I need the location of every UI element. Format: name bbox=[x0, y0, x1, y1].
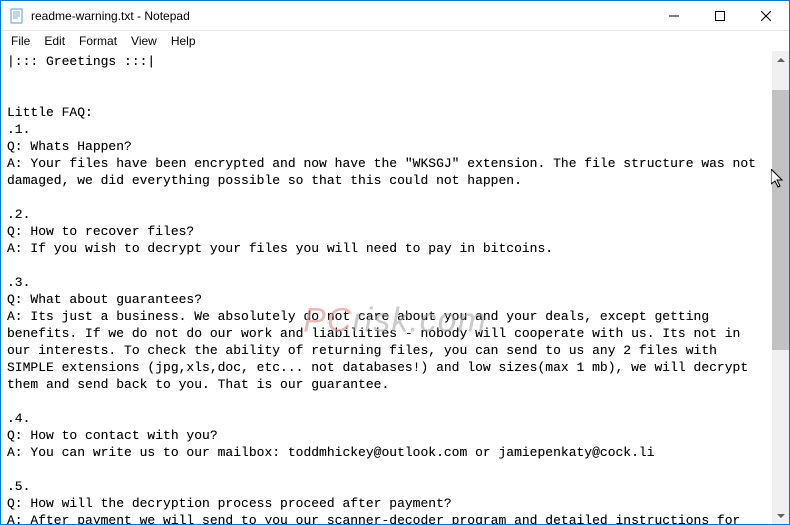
close-button[interactable] bbox=[743, 1, 789, 30]
maximize-button[interactable] bbox=[697, 1, 743, 30]
minimize-button[interactable] bbox=[651, 1, 697, 30]
text-area[interactable]: |::: Greetings :::| Little FAQ: .1. Q: W… bbox=[1, 51, 772, 524]
vertical-scrollbar[interactable] bbox=[772, 51, 789, 524]
menu-view[interactable]: View bbox=[125, 33, 163, 49]
notepad-icon bbox=[9, 8, 25, 24]
menu-format[interactable]: Format bbox=[73, 33, 123, 49]
window-title: readme-warning.txt - Notepad bbox=[31, 9, 651, 23]
menu-edit[interactable]: Edit bbox=[38, 33, 71, 49]
menu-file[interactable]: File bbox=[5, 33, 36, 49]
menu-help[interactable]: Help bbox=[165, 33, 202, 49]
content-wrap: |::: Greetings :::| Little FAQ: .1. Q: W… bbox=[1, 51, 789, 524]
scroll-up-arrow-icon[interactable] bbox=[772, 51, 789, 68]
menubar: File Edit Format View Help bbox=[1, 31, 789, 51]
window-controls bbox=[651, 1, 789, 30]
scroll-down-arrow-icon[interactable] bbox=[772, 507, 789, 524]
scroll-track[interactable] bbox=[772, 68, 789, 507]
titlebar: readme-warning.txt - Notepad bbox=[1, 1, 789, 31]
scroll-thumb[interactable] bbox=[772, 90, 789, 350]
